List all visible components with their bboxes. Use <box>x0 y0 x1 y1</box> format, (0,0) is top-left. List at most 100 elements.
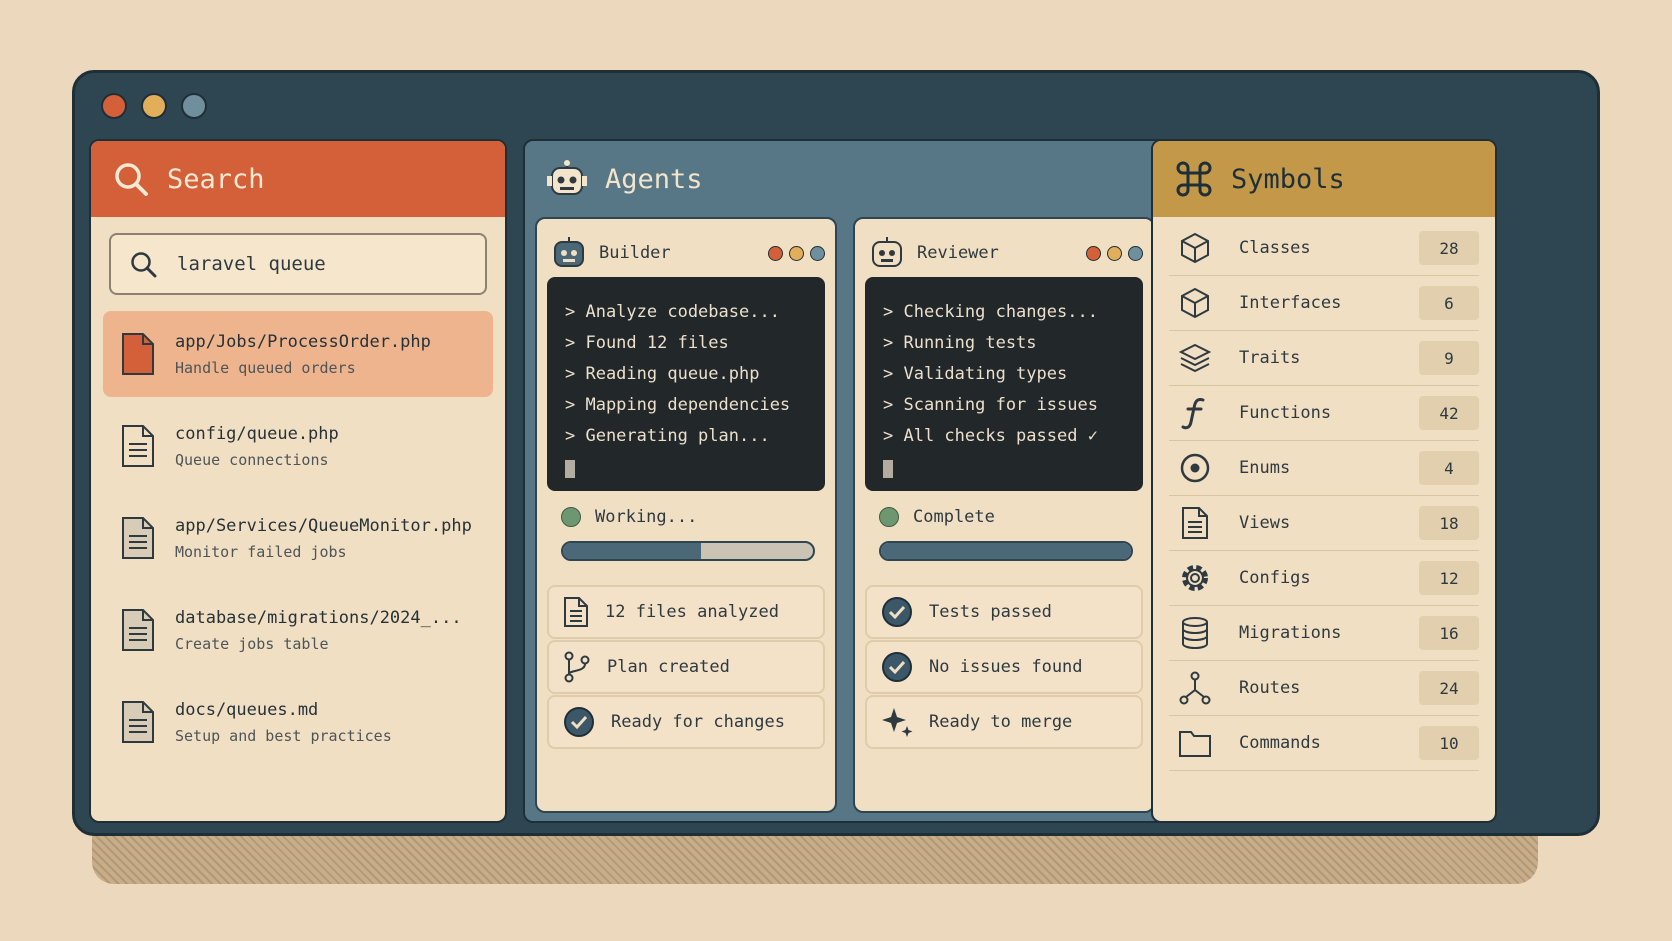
result-desc: Create jobs table <box>175 634 329 653</box>
agent-window-dots <box>768 245 825 261</box>
agent-window-dots <box>1086 245 1143 261</box>
maximize-button[interactable] <box>181 93 207 119</box>
agent-item[interactable]: Plan created <box>547 640 825 694</box>
result-path: docs/queues.md <box>175 699 319 720</box>
result-path: app/Jobs/ProcessOrder.php <box>175 331 431 352</box>
agent-terminal: > Analyze codebase... > Found 12 files >… <box>547 277 825 491</box>
search-result[interactable]: docs/queues.md Setup and best practices <box>103 679 493 765</box>
status-text: Complete <box>913 507 995 527</box>
file-icon <box>121 332 155 376</box>
item-label: Tests passed <box>929 602 1052 622</box>
terminal-line: > Analyze codebase... <box>565 302 780 322</box>
routes-icon <box>1177 671 1213 705</box>
agent-items: Tests passed No issues found Ready to me… <box>865 585 1143 749</box>
agent-card-reviewer[interactable]: Reviewer > Checking changes... > Running… <box>853 217 1155 813</box>
document-icon <box>1177 506 1213 540</box>
agent-item[interactable]: No issues found <box>865 640 1143 694</box>
symbol-item-enums[interactable]: Enums 4 <box>1169 441 1479 496</box>
result-path: config/queue.php <box>175 423 339 444</box>
document-icon <box>121 700 155 744</box>
search-panel-header: Search <box>91 141 505 217</box>
item-label: Plan created <box>607 657 730 677</box>
symbol-label: Classes <box>1239 238 1311 258</box>
terminal-line: > Reading queue.php <box>565 364 760 384</box>
document-icon <box>121 424 155 468</box>
search-icon <box>113 161 149 197</box>
item-label: 12 files analyzed <box>605 602 779 622</box>
item-label: Ready for changes <box>611 712 785 732</box>
command-icon <box>1175 160 1213 198</box>
agent-item[interactable]: Tests passed <box>865 585 1143 639</box>
search-result[interactable]: app/Services/QueueMonitor.php Monitor fai… <box>103 495 493 581</box>
symbol-count: 10 <box>1419 726 1479 760</box>
result-desc: Setup and best practices <box>175 726 392 745</box>
dot-red <box>1086 245 1101 261</box>
robot-icon <box>869 236 905 270</box>
symbol-label: Configs <box>1239 568 1311 588</box>
close-button[interactable] <box>101 93 127 119</box>
terminal-line: > Validating types <box>883 364 1068 384</box>
symbol-item-views[interactable]: Views 18 <box>1169 496 1479 551</box>
item-label: Ready to merge <box>929 712 1073 732</box>
check-circle-icon <box>881 596 913 628</box>
agent-items: 12 files analyzed Plan created Ready for… <box>547 585 825 749</box>
folder-icon <box>1177 728 1213 758</box>
search-result[interactable]: app/Jobs/ProcessOrder.php Handle queued o… <box>103 311 493 397</box>
symbols-panel-title: Symbols <box>1231 163 1345 195</box>
progress-bar <box>561 541 815 561</box>
symbol-item-migrations[interactable]: Migrations 16 <box>1169 606 1479 661</box>
search-input[interactable]: laravel queue <box>109 233 487 295</box>
search-result[interactable]: config/queue.php Queue connections <box>103 403 493 489</box>
symbol-item-configs[interactable]: Configs 12 <box>1169 551 1479 606</box>
status-dot <box>879 507 899 527</box>
symbol-item-interfaces[interactable]: Interfaces 6 <box>1169 276 1479 331</box>
agents-panel-header: Agents <box>525 141 1167 217</box>
symbol-item-traits[interactable]: Traits 9 <box>1169 331 1479 386</box>
progress-fill <box>563 543 701 559</box>
symbols-panel-header: Symbols <box>1153 141 1495 217</box>
function-icon <box>1177 396 1213 430</box>
target-icon <box>1177 452 1213 484</box>
symbol-item-classes[interactable]: Classes 28 <box>1169 221 1479 276</box>
document-icon <box>121 516 155 560</box>
symbol-label: Enums <box>1239 458 1291 478</box>
gear-icon <box>1177 561 1213 595</box>
symbol-label: Commands <box>1239 733 1321 753</box>
dot-blue <box>810 245 825 261</box>
symbol-label: Migrations <box>1239 623 1342 643</box>
result-path: database/migrations/2024_... <box>175 607 462 628</box>
search-results: app/Jobs/ProcessOrder.php Handle queued o… <box>91 311 505 765</box>
agent-item[interactable]: Ready to merge <box>865 695 1143 749</box>
agent-card-builder[interactable]: Builder > Analyze codebase... > Found 12… <box>535 217 837 813</box>
agent-terminal: > Checking changes... > Running tests > … <box>865 277 1143 491</box>
symbol-count: 4 <box>1419 451 1479 485</box>
agents-panel-title: Agents <box>605 163 703 195</box>
agent-item[interactable]: 12 files analyzed <box>547 585 825 639</box>
agent-item[interactable]: Ready for changes <box>547 695 825 749</box>
agent-header: Reviewer <box>865 229 1143 277</box>
search-icon <box>129 250 157 278</box>
terminal-cursor <box>565 460 575 478</box>
search-result[interactable]: database/migrations/2024_... Create jobs … <box>103 587 493 673</box>
terminal-line: > All checks passed ✓ <box>883 426 1098 446</box>
terminal-line: > Mapping dependencies <box>565 395 791 415</box>
symbol-count: 6 <box>1419 286 1479 320</box>
symbol-count: 16 <box>1419 616 1479 650</box>
symbol-item-routes[interactable]: Routes 24 <box>1169 661 1479 716</box>
dot-blue <box>1128 245 1143 261</box>
terminal-cursor <box>883 460 893 478</box>
symbol-item-functions[interactable]: Functions 42 <box>1169 386 1479 441</box>
symbol-count: 18 <box>1419 506 1479 540</box>
database-icon <box>1177 616 1213 650</box>
agent-status: Complete <box>879 507 1143 527</box>
minimize-button[interactable] <box>141 93 167 119</box>
agent-name: Builder <box>599 243 671 263</box>
app-window: Search laravel queue app/Jobs/ProcessOrd… <box>72 70 1600 836</box>
document-icon <box>121 608 155 652</box>
symbol-label: Traits <box>1239 348 1301 368</box>
symbol-item-commands[interactable]: Commands 10 <box>1169 716 1479 771</box>
terminal-line: > Generating plan... <box>565 426 770 446</box>
symbol-label: Views <box>1239 513 1291 533</box>
layers-icon <box>1177 342 1213 374</box>
cube-icon <box>1177 232 1213 264</box>
